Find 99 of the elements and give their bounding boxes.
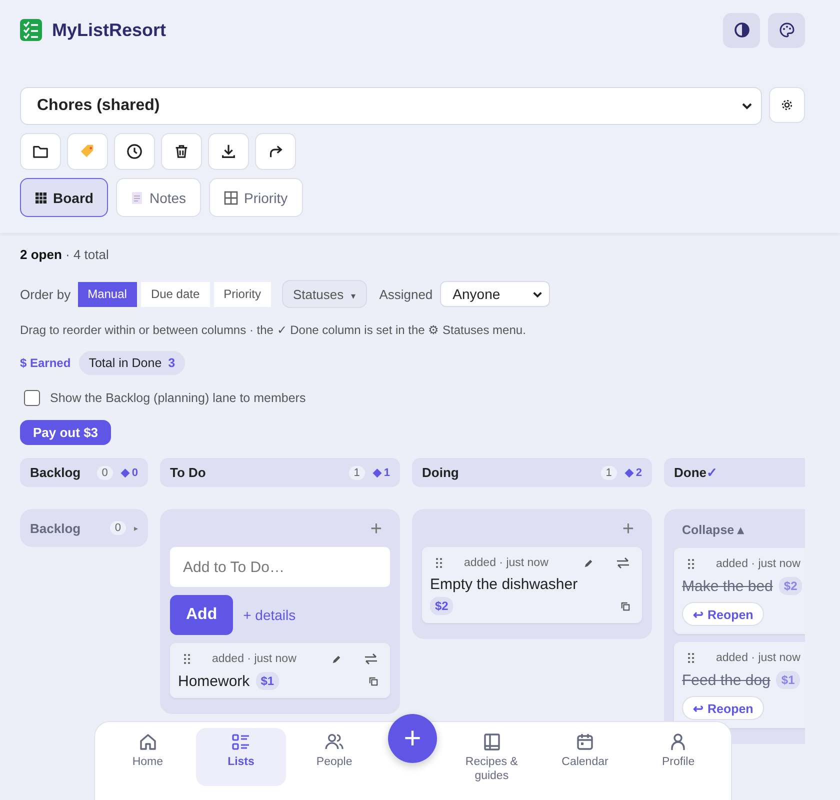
copy-icon[interactable] — [621, 602, 630, 610]
reopen-button[interactable]: ↩ Reopen — [682, 696, 764, 720]
card-meta: added · just now — [716, 652, 802, 664]
notepad-icon — [131, 190, 144, 204]
folder-button[interactable] — [20, 133, 61, 170]
total-chip: Total in Done 3 — [78, 351, 186, 375]
drag-handle-icon[interactable] — [688, 559, 694, 569]
add-card-button[interactable]: + — [362, 519, 390, 539]
lane-title: Backlog — [30, 520, 82, 536]
drag-handle-icon[interactable] — [688, 653, 694, 663]
clock-icon — [126, 143, 143, 160]
list-icon — [230, 732, 251, 752]
statuses-button[interactable]: Statuses ▾ — [282, 280, 368, 308]
tag-icon — [79, 143, 96, 160]
card-meta: added · just now — [212, 653, 298, 665]
expand-toggle[interactable]: ▸ — [134, 524, 138, 532]
checkbox[interactable] — [24, 390, 40, 406]
share-icon — [267, 143, 284, 160]
nav-item[interactable]: Recipes & guides — [446, 728, 536, 786]
task-card[interactable]: added · just now Empty the dishwasher $2 — [422, 547, 642, 623]
share-button[interactable] — [255, 133, 296, 170]
people-icon — [324, 732, 344, 752]
view-tab[interactable]: Board — [20, 178, 108, 217]
drag-handle-icon[interactable] — [184, 654, 190, 664]
pencil-icon[interactable] — [331, 654, 342, 664]
download-button[interactable] — [208, 133, 249, 170]
help-text: Drag to reorder within or between columns · the ✓ Done column is set in the ⚙ Statuses menu. — [20, 323, 526, 337]
copy-icon[interactable] — [369, 676, 378, 686]
nav-item[interactable]: Calendar — [540, 728, 630, 786]
points-count: ◆ 1 — [372, 466, 390, 479]
contrast-button[interactable] — [723, 12, 760, 48]
card-title: Empty the dishwasher — [430, 576, 578, 593]
count-pill: 1 — [348, 466, 365, 480]
assigned-select[interactable]: Anyone — [440, 281, 550, 307]
card-title: Homework — [178, 672, 250, 690]
nav-item[interactable]: Profile — [634, 728, 723, 786]
order-option[interactable]: Manual — [78, 282, 137, 306]
home-icon — [138, 732, 158, 752]
book-icon — [482, 732, 502, 752]
assigned-label: Assigned — [379, 286, 433, 302]
price-tag: $2 — [778, 577, 802, 595]
card-meta: added · just now — [464, 557, 550, 569]
clock-button[interactable] — [114, 133, 155, 170]
points-count: ◆ 0 — [120, 466, 138, 479]
task-summary: 2 open · 4 total — [20, 247, 109, 262]
column-title: Backlog — [30, 465, 82, 480]
list-select[interactable]: Chores (shared) — [20, 87, 762, 125]
drag-handle-icon[interactable] — [436, 558, 442, 568]
view-tab[interactable]: Priority — [209, 178, 303, 217]
contrast-icon — [734, 22, 750, 38]
price-tag: $1 — [256, 672, 280, 690]
count-pill: 1 — [600, 466, 617, 480]
card-title: Feed the dog — [682, 672, 770, 688]
nav-item[interactable]: People — [290, 728, 379, 786]
details-link[interactable]: + details — [243, 607, 296, 623]
order-option[interactable]: Priority — [214, 282, 271, 306]
palette-button[interactable] — [768, 12, 805, 48]
logo-icon — [20, 19, 42, 41]
count-pill: 0 — [96, 466, 113, 480]
add-button[interactable]: Add — [170, 595, 234, 635]
nav-item[interactable]: Home — [103, 728, 192, 786]
card-meta: added · just now — [716, 558, 802, 570]
folder-icon — [32, 143, 49, 160]
add-card-button[interactable]: + — [614, 519, 642, 539]
delete-button[interactable] — [161, 133, 202, 170]
add-input[interactable]: Add to To Do… — [170, 547, 390, 587]
swap-icon[interactable] — [364, 653, 378, 665]
settings-button[interactable] — [769, 87, 805, 123]
task-card[interactable]: added · just now Make the bed $2 ↩ Reopen — [674, 548, 805, 634]
table-icon — [224, 190, 238, 204]
palette-icon — [778, 22, 794, 38]
collapse-button[interactable]: Collapse ▴ — [674, 519, 753, 540]
swap-icon[interactable] — [616, 557, 630, 569]
pay-out-button[interactable]: Pay out $3 — [20, 420, 112, 445]
reopen-button[interactable]: ↩ Reopen — [682, 602, 764, 626]
price-tag: $1 — [776, 671, 800, 689]
calendar-icon — [574, 732, 595, 752]
collapsed-lane[interactable]: Backlog 0 ▸ — [20, 509, 148, 547]
earned-label: $ Earned — [20, 356, 71, 370]
column-title: Done✓ — [674, 465, 718, 480]
count-pill: 0 — [110, 521, 126, 535]
price-tag: $2 — [430, 597, 454, 615]
order-option[interactable]: Due date — [140, 282, 210, 306]
column-title: To Do — [170, 465, 207, 480]
settings-icon — [780, 98, 794, 112]
points-count: ◆ 2 — [624, 466, 642, 479]
download-icon — [220, 143, 237, 160]
column-title: Doing — [422, 465, 460, 480]
task-card[interactable]: added · just now Feed the dog $1 ↩ Reopen — [674, 642, 805, 728]
nav-item[interactable]: Lists — [196, 728, 286, 786]
checkbox-label: Show the Backlog (planning) lane to members — [50, 391, 306, 405]
card-title: Make the bed — [682, 578, 773, 594]
task-card[interactable]: added · just now Homework $1 — [170, 643, 390, 698]
trash-icon — [173, 143, 190, 160]
grid-icon — [35, 192, 47, 204]
app-title: MyListResort — [52, 20, 166, 40]
view-tab[interactable]: Notes — [116, 178, 202, 217]
pencil-icon[interactable] — [583, 558, 594, 568]
order-label: Order by — [20, 286, 71, 302]
